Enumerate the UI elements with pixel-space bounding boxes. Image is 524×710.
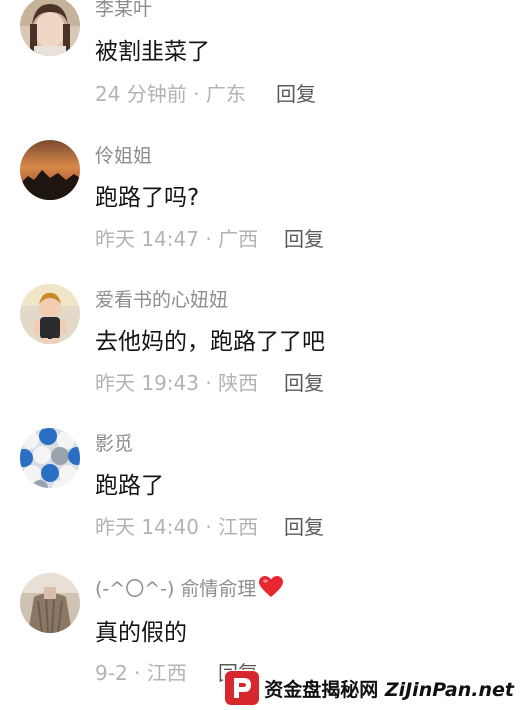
comment-username-text: (-^〇^-) 俞情俞理 <box>95 578 257 600</box>
watermark-logo-icon <box>225 671 260 705</box>
comment-meta: 昨天 14:40 · 江西 <box>95 515 259 539</box>
comment-text: 跑路了吗? <box>95 185 200 211</box>
comment-meta: 24 分钟前 · 广东 <box>95 82 246 106</box>
comment-username[interactable]: (-^〇^-) 俞情俞理 <box>95 574 284 603</box>
comment-text: 真的假的 <box>95 620 187 646</box>
comment-item: 爱看书的心妞妞 去他妈的，跑路了了吧 昨天 19:43 · 陕西 回复 <box>0 284 524 414</box>
avatar[interactable] <box>20 0 80 56</box>
comment-item: 影觅 跑路了 昨天 14:40 · 江西 回复 <box>0 428 524 558</box>
avatar[interactable] <box>20 573 80 633</box>
reply-button[interactable]: 回复 <box>284 511 324 540</box>
reply-button[interactable]: 回复 <box>284 367 324 396</box>
comment-meta: 昨天 14:47 · 广西 <box>95 227 259 251</box>
comment-username[interactable]: 伶姐姐 <box>95 141 152 168</box>
watermark-domain: ZiJinPan.net <box>384 678 514 701</box>
avatar[interactable] <box>20 140 80 200</box>
watermark: 资金盘揭秘网 ZiJinPan.net <box>223 670 518 706</box>
watermark-site-name: 资金盘揭秘网 <box>264 678 379 701</box>
avatar-child-photo <box>20 284 80 344</box>
comment-item: 伶姐姐 跑路了吗? 昨天 14:47 · 广西 回复 <box>0 140 524 270</box>
heart-emoji-icon <box>259 576 284 603</box>
comment-text: 被割韭菜了 <box>95 39 210 65</box>
comment-text: 去他妈的，跑路了了吧 <box>95 329 325 355</box>
comment-text: 跑路了 <box>95 473 164 499</box>
comment-meta: 昨天 19:43 · 陕西 <box>95 371 259 395</box>
comment-username[interactable]: 李某叶 <box>95 0 152 21</box>
avatar[interactable] <box>20 284 80 344</box>
avatar-sunset-landscape <box>20 140 80 200</box>
reply-button[interactable]: 回复 <box>284 223 324 252</box>
comment-username[interactable]: 爱看书的心妞妞 <box>95 285 228 312</box>
comment-item: 李某叶 被割韭菜了 24 分钟前 · 广东 回复 <box>0 0 524 106</box>
watermark-text: 资金盘揭秘网 ZiJinPan.net <box>264 675 514 702</box>
avatar-sweater-photo <box>20 573 80 633</box>
comment-username[interactable]: 影觅 <box>95 429 133 456</box>
avatar-girl-photo <box>20 0 80 56</box>
comment-meta: 9-2 · 江西 <box>95 661 187 685</box>
reply-button[interactable]: 回复 <box>276 78 316 107</box>
avatar[interactable] <box>20 428 80 488</box>
avatar-blue-balls <box>20 428 80 488</box>
